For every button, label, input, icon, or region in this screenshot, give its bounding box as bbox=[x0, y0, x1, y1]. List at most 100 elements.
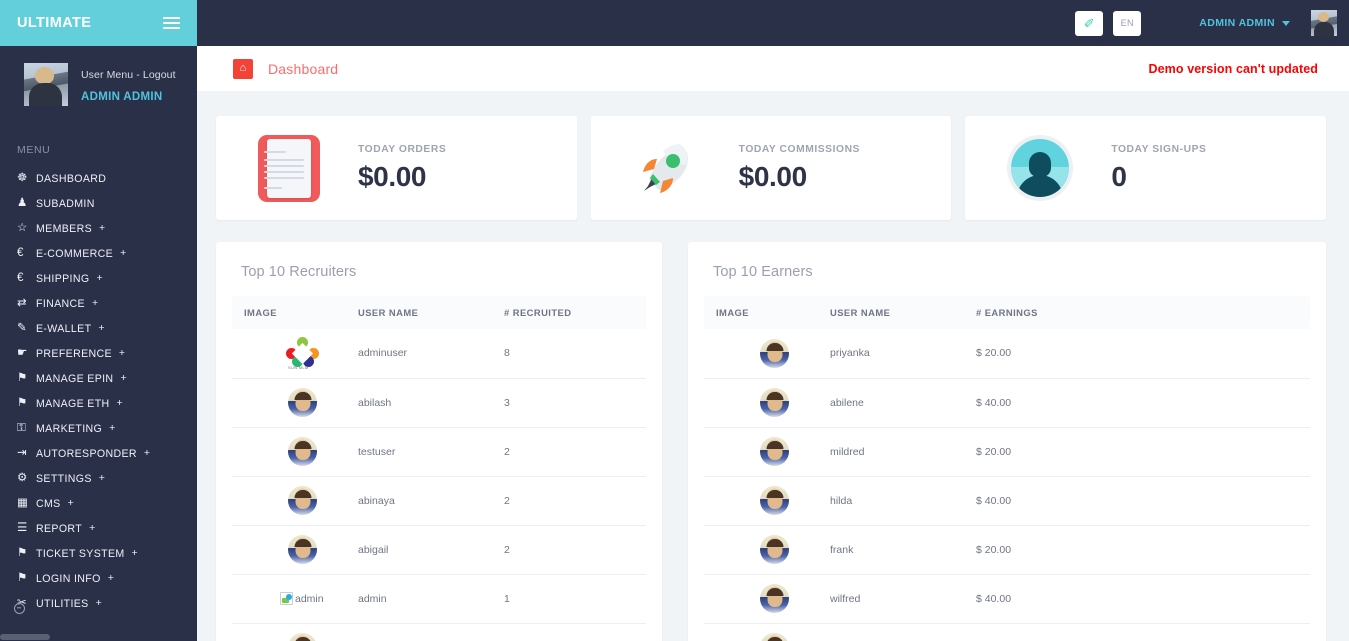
panel-title: Top 10 Recruiters bbox=[241, 264, 357, 280]
breadcrumb-bar: ⌂ Dashboard Demo version can't updated bbox=[197, 46, 1349, 91]
cell-image bbox=[232, 427, 358, 477]
sidebar-item-label: DASHBOARD bbox=[36, 172, 107, 185]
cell-value: $ 20.00 bbox=[976, 525, 1310, 575]
table-row[interactable]: testuser 2 bbox=[232, 427, 646, 477]
cell-username: abilash bbox=[358, 378, 504, 428]
expand-icon[interactable]: + bbox=[89, 523, 95, 534]
expand-icon[interactable]: + bbox=[92, 298, 98, 309]
sidebar-profile[interactable]: User Menu - Logout ADMIN ADMIN bbox=[0, 46, 197, 119]
sidebar-item-cms[interactable]: ▦ CMS + bbox=[0, 491, 197, 516]
demo-warning-text: Demo version can't updated bbox=[1148, 61, 1318, 76]
home-icon[interactable]: ⌂ bbox=[233, 58, 253, 79]
cell-value: 1 bbox=[504, 574, 646, 624]
sidebar-item-manage-epin[interactable]: ⚑ MANAGE EPIN + bbox=[0, 366, 197, 391]
logo-caption: SUN MLM bbox=[288, 364, 309, 370]
cell-value: $ 40.00 bbox=[976, 378, 1310, 428]
company-logo-icon: SUN MLM bbox=[286, 336, 319, 370]
avatar bbox=[760, 388, 789, 417]
column-header-earnings: # EARNINGS bbox=[976, 296, 1310, 329]
sidebar-item-members[interactable]: ☆ MEMBERS + bbox=[0, 216, 197, 241]
expand-icon[interactable]: + bbox=[132, 548, 138, 559]
hamburger-icon[interactable] bbox=[163, 17, 180, 29]
sidebar-item-report[interactable]: ☰ REPORT + bbox=[0, 516, 197, 541]
sidebar-item-preference[interactable]: ☛ PREFERENCE + bbox=[0, 341, 197, 366]
sidebar-item-e-commerce[interactable]: € E-COMMERCE + bbox=[0, 241, 197, 266]
sidebar-item-finance[interactable]: ⇄ FINANCE + bbox=[0, 291, 197, 316]
wallet-icon: ✎ bbox=[17, 321, 27, 334]
expand-icon[interactable]: + bbox=[117, 398, 123, 409]
table-row[interactable]: wilfred $ 40.00 bbox=[704, 574, 1310, 624]
page-title: Dashboard bbox=[268, 60, 339, 77]
sidebar-item-login-info[interactable]: ⚑ LOGIN INFO + bbox=[0, 566, 197, 591]
stat-card-today-signups: TODAY SIGN-UPS 0 bbox=[965, 116, 1327, 220]
euro-icon: € bbox=[17, 271, 24, 284]
expand-icon[interactable]: + bbox=[108, 573, 114, 584]
table-row[interactable]: abigail 2 bbox=[232, 525, 646, 575]
panel-title: Top 10 Earners bbox=[713, 264, 813, 280]
cell-value: $ 20.00 bbox=[976, 427, 1310, 477]
document-icon bbox=[258, 134, 320, 202]
cell-value: 3 bbox=[504, 378, 646, 428]
sidebar-item-dashboard[interactable]: ☸ DASHBOARD bbox=[0, 166, 197, 191]
sidebar-menu: ☸ DASHBOARD ♟ SUBADMIN ☆ MEMBERS + € E-COMMERCE +… bbox=[0, 166, 197, 616]
table-row[interactable] bbox=[704, 623, 1310, 641]
collapse-sidebar-button[interactable] bbox=[0, 593, 38, 623]
table-header-row: IMAGE USER NAME # EARNINGS bbox=[704, 296, 1310, 329]
cell-image: admin bbox=[232, 574, 358, 624]
table-row[interactable]: abilene $ 40.00 bbox=[704, 378, 1310, 428]
bookmark-icon: ⚑ bbox=[17, 396, 28, 409]
expand-icon[interactable]: + bbox=[99, 223, 105, 234]
table-row[interactable]: abinaya 2 bbox=[232, 476, 646, 526]
avatar bbox=[760, 486, 789, 515]
cell-image bbox=[704, 525, 830, 575]
broken-image-icon bbox=[280, 592, 293, 605]
sidebar-item-marketing[interactable]: ⚿ MARKETING + bbox=[0, 416, 197, 441]
expand-icon[interactable]: + bbox=[120, 373, 126, 384]
column-header-recruited: # RECRUITED bbox=[504, 296, 646, 329]
main-area: ✐ EN ADMIN ADMIN ⌂ Dashboard Demo versio… bbox=[197, 0, 1349, 641]
table-row[interactable]: priyanka $ 20.00 bbox=[704, 329, 1310, 379]
sidebar-item-e-wallet[interactable]: ✎ E-WALLET + bbox=[0, 316, 197, 341]
table-row[interactable]: hilda $ 40.00 bbox=[704, 476, 1310, 526]
cell-value: 1 bbox=[504, 623, 646, 641]
cell-image bbox=[704, 427, 830, 477]
column-header-image: IMAGE bbox=[704, 296, 830, 329]
expand-icon[interactable]: + bbox=[96, 273, 102, 284]
stat-card-today-orders: TODAY ORDERS $0.00 bbox=[216, 116, 577, 220]
stat-value: 0 bbox=[1111, 160, 1127, 192]
expand-icon[interactable]: + bbox=[120, 248, 126, 259]
menu-heading: MENU bbox=[17, 144, 51, 156]
magic-wand-button[interactable]: ✐ bbox=[1075, 10, 1104, 36]
sidebar-item-ticket-system[interactable]: ⚑ TICKET SYSTEM + bbox=[0, 541, 197, 566]
cell-value: 2 bbox=[504, 427, 646, 477]
table-row[interactable]: wilfred1 bbox=[232, 623, 646, 641]
language-button[interactable]: EN bbox=[1113, 10, 1142, 36]
table-row[interactable]: abilash 3 bbox=[232, 378, 646, 428]
topbar-avatar[interactable] bbox=[1311, 10, 1337, 36]
sidebar-item-shipping[interactable]: € SHIPPING + bbox=[0, 266, 197, 291]
sidebar-item-subadmin[interactable]: ♟ SUBADMIN bbox=[0, 191, 197, 216]
expand-icon[interactable]: + bbox=[68, 498, 74, 509]
expand-icon[interactable]: + bbox=[119, 348, 125, 359]
sidebar-item-label: SHIPPING bbox=[36, 272, 90, 285]
expand-icon[interactable]: + bbox=[144, 448, 150, 459]
avatar bbox=[288, 535, 317, 564]
sidebar-item-autoresponder[interactable]: ⇥ AUTORESPONDER + bbox=[0, 441, 197, 466]
avatar bbox=[760, 437, 789, 466]
sidebar-item-manage-eth[interactable]: ⚑ MANAGE ETH + bbox=[0, 391, 197, 416]
table-row[interactable]: frank $ 20.00 bbox=[704, 525, 1310, 575]
expand-icon[interactable]: + bbox=[99, 473, 105, 484]
table-row[interactable]: mildred $ 20.00 bbox=[704, 427, 1310, 477]
table-row[interactable]: SUN MLM adminuser 8 bbox=[232, 329, 646, 379]
admin-dropdown[interactable]: ADMIN ADMIN bbox=[1199, 17, 1290, 29]
sidebar-horizontal-scrollbar[interactable] bbox=[0, 633, 197, 641]
expand-icon[interactable]: + bbox=[109, 423, 115, 434]
sidebar-item-settings[interactable]: ⚙ SETTINGS + bbox=[0, 466, 197, 491]
user-menu-logout-link[interactable]: User Menu - Logout bbox=[81, 69, 176, 81]
stat-label: TODAY COMMISSIONS bbox=[738, 143, 860, 155]
expand-icon[interactable]: + bbox=[96, 598, 102, 609]
sidebar-user-name[interactable]: ADMIN ADMIN bbox=[81, 91, 176, 103]
stat-value: $0.00 bbox=[738, 160, 807, 192]
table-row[interactable]: admin admin 1 bbox=[232, 574, 646, 624]
expand-icon[interactable]: + bbox=[98, 323, 104, 334]
